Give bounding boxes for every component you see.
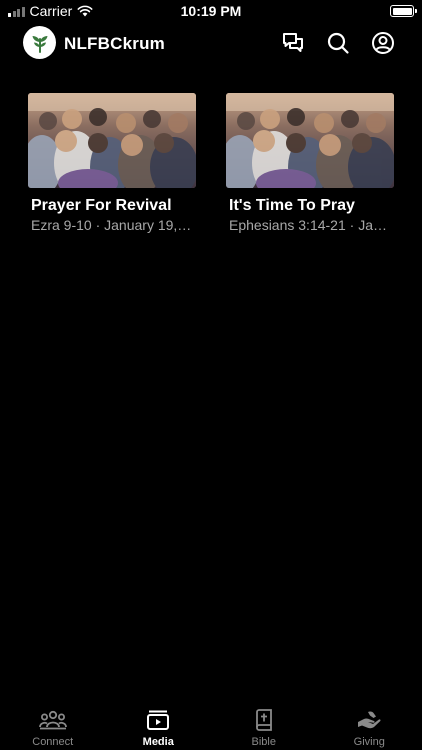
media-title: It's Time To Pray xyxy=(229,197,355,214)
status-bar: Carrier 10:19 PM xyxy=(0,0,422,22)
app-title: NLFBCkrum xyxy=(64,34,165,53)
play-media-icon xyxy=(144,709,172,731)
media-item[interactable]: Prayer For Revival Ezra 9-10 · January 1… xyxy=(28,93,196,233)
giving-hand-icon xyxy=(355,709,383,731)
media-subtitle: Ephesians 3:14-21 · January 12, 2020 xyxy=(229,217,392,233)
tab-connect[interactable]: Connect xyxy=(0,701,106,750)
clock: 10:19 PM xyxy=(180,3,242,19)
media-subtitle: Ezra 9-10 · January 19, 2020 xyxy=(31,217,194,233)
media-title: Prayer For Revival xyxy=(31,197,172,214)
tab-media[interactable]: Media xyxy=(106,701,212,750)
people-group-icon xyxy=(38,709,67,731)
tab-label: Giving xyxy=(353,736,385,748)
sprout-leaf-logo[interactable] xyxy=(23,26,56,59)
media-thumbnail xyxy=(28,93,196,188)
search-icon[interactable] xyxy=(326,31,350,55)
chat-bubbles-icon[interactable] xyxy=(281,31,305,55)
account-icon[interactable] xyxy=(371,31,395,55)
tab-label: Bible xyxy=(251,736,276,748)
bible-book-icon xyxy=(250,709,278,731)
tab-giving[interactable]: Giving xyxy=(317,701,422,750)
app-header: NLFBCkrum xyxy=(0,26,422,60)
tab-bible[interactable]: Bible xyxy=(211,701,317,750)
tab-bar: Connect Media Bible Giving xyxy=(0,701,422,750)
tab-label: Connect xyxy=(32,736,74,748)
tab-label: Media xyxy=(142,736,174,748)
media-thumbnail xyxy=(226,93,394,188)
battery-icon xyxy=(390,5,417,17)
media-item[interactable]: It's Time To Pray Ephesians 3:14-21 · Ja… xyxy=(226,93,394,233)
